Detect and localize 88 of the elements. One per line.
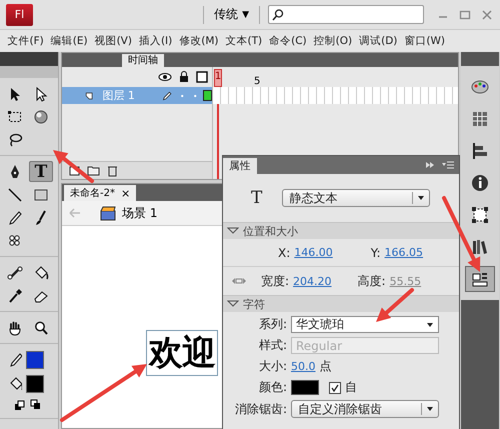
clapper-icon — [100, 206, 116, 220]
field-label: 样式: — [258, 337, 287, 354]
field-label: 高度: — [358, 272, 386, 290]
outline-color-square — [203, 90, 212, 101]
panel-tab[interactable]: 时间轴 — [122, 54, 164, 67]
menu-item[interactable]: 窗口(W) — [400, 34, 448, 48]
dropper-icon — [7, 288, 23, 304]
panel-tab[interactable]: 属性 — [223, 158, 257, 174]
eye-icon — [158, 71, 172, 83]
app-logo: Fl — [6, 4, 33, 26]
bucket-icon — [8, 376, 22, 392]
tool-button[interactable]: T — [29, 161, 53, 182]
menu-item[interactable]: 调试(D) — [356, 34, 401, 48]
bucket-icon — [33, 264, 49, 280]
dropdown-arrow-icon — [417, 194, 426, 202]
link-icon[interactable] — [231, 275, 247, 287]
search-field[interactable] — [268, 5, 424, 24]
field-label: 大小: — [258, 358, 287, 375]
check-icon — [331, 384, 339, 392]
swatch-reset-icon[interactable] — [14, 399, 26, 411]
y-value[interactable]: 166.05 — [384, 246, 424, 259]
color-swatch[interactable] — [291, 380, 319, 395]
field-label: Y: — [370, 246, 381, 260]
search-icon — [271, 8, 285, 22]
checkbox-label: 自 — [345, 379, 357, 396]
menu-item[interactable]: 控制(O) — [310, 34, 356, 48]
menu-item[interactable]: 视图(V) — [91, 34, 136, 48]
annotation-arrow — [53, 150, 94, 183]
menu-item[interactable]: 命令(C) — [266, 34, 310, 48]
dashed-square-icon — [7, 108, 23, 124]
antialias-dropdown[interactable]: 自定义消除锯齿 — [291, 400, 439, 418]
x-value[interactable]: 146.00 — [294, 246, 333, 259]
menu-item[interactable]: 文件(F) — [4, 34, 48, 48]
square-outline-icon — [196, 71, 208, 83]
folder-icon[interactable] — [87, 164, 100, 177]
font-family-dropdown[interactable]: 华文琥珀 — [291, 316, 439, 333]
sphere-icon — [33, 108, 49, 124]
width-value[interactable]: 204.20 — [293, 274, 332, 288]
line-icon — [7, 186, 23, 202]
playhead: 1 — [214, 69, 222, 87]
document-tab[interactable]: 未命名-2* × — [64, 185, 136, 201]
field-label: 系列: — [258, 316, 287, 333]
magnifier-icon — [33, 320, 49, 336]
checkbox[interactable] — [329, 382, 341, 394]
dot-icon — [180, 92, 185, 98]
info-icon — [470, 173, 490, 193]
dropdown[interactable]: 静态文本 — [282, 189, 430, 207]
section-header[interactable]: 字符 — [223, 295, 459, 312]
swap-icon[interactable] — [30, 399, 42, 411]
lasso-icon — [7, 132, 23, 148]
align-icon — [470, 141, 490, 161]
frame-number: 5 — [254, 76, 260, 87]
annotation-arrow — [376, 288, 414, 322]
section-header[interactable]: 位置和大小 — [223, 222, 459, 239]
panel-button[interactable] — [465, 266, 495, 292]
text-tool-glyph: T — [251, 188, 262, 208]
menu-item[interactable]: 文本(T) — [222, 34, 266, 48]
dot-icon — [192, 92, 198, 98]
field-label: 宽度: — [261, 272, 290, 290]
dropdown-arrow-icon — [426, 320, 434, 328]
dashed-square-icon — [470, 205, 490, 225]
hand-icon — [7, 320, 23, 336]
unit-label: 点 — [320, 358, 332, 375]
scene-label[interactable]: 场景 1 — [122, 204, 158, 222]
menu-item[interactable]: 修改(M) — [176, 34, 222, 48]
rectangle-icon — [33, 186, 49, 202]
field-label: 消除锯齿: — [234, 400, 287, 418]
color-swatch[interactable] — [26, 351, 44, 369]
stage-text: 欢迎 — [146, 330, 218, 376]
dropdown-arrow-icon — [426, 405, 434, 413]
grid-icon — [470, 109, 490, 129]
pencil-icon — [8, 352, 22, 368]
workspace-dropdown[interactable]: 传统 ▼ — [212, 6, 251, 23]
pencil-icon — [7, 210, 23, 226]
books-icon — [470, 237, 490, 257]
lock-icon — [178, 71, 190, 83]
field-label: 颜色: — [258, 379, 287, 396]
size-value[interactable]: 50.0 — [291, 360, 316, 373]
color-swatch[interactable] — [26, 375, 44, 393]
menu-item[interactable]: 插入(I) — [135, 34, 176, 48]
panel-menu-icon[interactable] — [441, 160, 455, 170]
menu-item[interactable]: 编辑(E) — [47, 34, 92, 48]
toolbox-grip-bar — [0, 66, 58, 78]
toolbox-header-bar — [0, 52, 58, 66]
bone-icon — [7, 264, 23, 280]
close-icon[interactable] — [480, 8, 494, 22]
fast-forward-icon[interactable] — [425, 160, 435, 170]
field-label: X: — [278, 246, 290, 260]
